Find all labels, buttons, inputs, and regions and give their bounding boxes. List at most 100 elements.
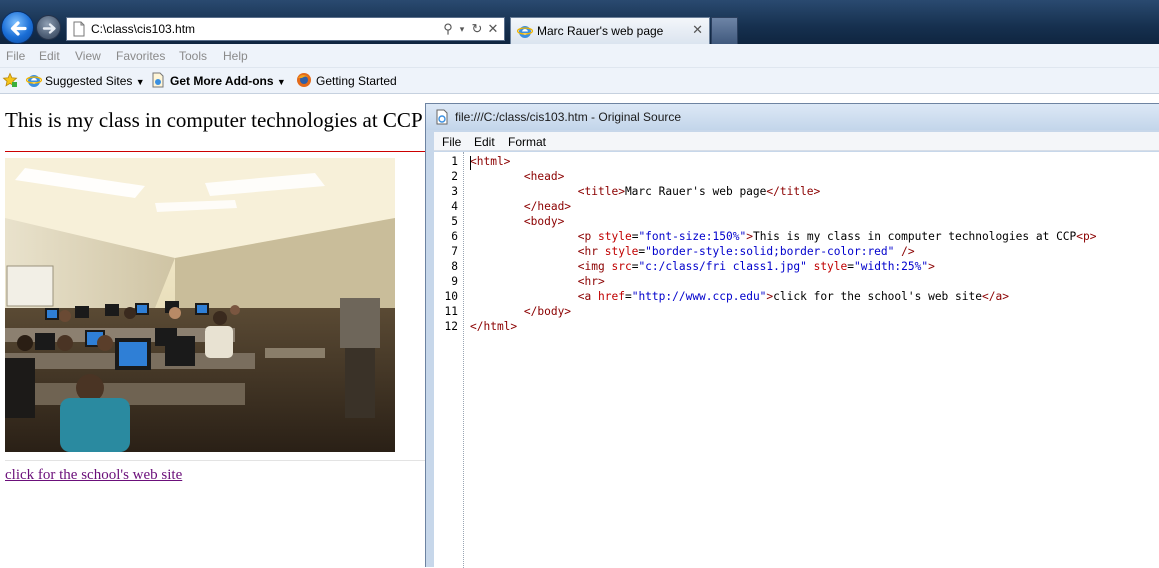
back-arrow-icon (10, 21, 27, 36)
line-number: 4 (451, 200, 458, 213)
source-code-line: <head> (470, 170, 564, 183)
code-token: style (604, 245, 639, 258)
suggested-sites-label: Suggested Sites (45, 74, 133, 88)
code-token: <hr (577, 245, 605, 258)
stop-icon[interactable]: ✕ (486, 21, 500, 37)
search-icon[interactable]: ⚲ (441, 21, 455, 37)
source-code-line: <img src = "c:/class/fri class1.jpg" style… (470, 260, 935, 273)
code-token: /> (894, 245, 915, 258)
back-button[interactable] (1, 11, 34, 44)
code-token: </head> (523, 200, 572, 213)
line-number: 11 (444, 305, 458, 318)
code-token: </body> (523, 305, 572, 318)
line-number: 1 (451, 155, 458, 168)
menu-favorites[interactable]: Favorites (116, 49, 165, 63)
line-number: 2 (451, 170, 458, 183)
code-token: style (598, 230, 632, 243)
address-text[interactable]: C:\class\cis103.htm (91, 22, 195, 36)
forward-button[interactable] (36, 15, 61, 40)
menu-help[interactable]: Help (223, 49, 248, 63)
chevron-down-icon: ▼ (135, 77, 145, 87)
code-token: = (624, 290, 632, 303)
text-caret (470, 156, 471, 170)
menu-bar: File Edit View Favorites Tools Help (0, 44, 1159, 68)
source-menu-edit[interactable]: Edit (474, 135, 495, 149)
source-window: file:///C:/class/cis103.htm - Original S… (425, 103, 1159, 568)
code-token: <body> (523, 215, 565, 228)
chevron-down-icon: ▼ (276, 77, 286, 87)
source-menu-bar: File Edit Format (434, 132, 1159, 151)
source-menu-format[interactable]: Format (508, 135, 546, 149)
source-code-line: </html> (470, 320, 517, 333)
source-code-line: <html> (470, 155, 510, 168)
line-number: 9 (451, 275, 458, 288)
tab-current[interactable]: Marc Rauer's web page ✕ (510, 17, 710, 44)
addons-page-icon (152, 72, 164, 88)
source-menu-file[interactable]: File (442, 135, 461, 149)
favorites-bar: Suggested Sites ▼ Get More Add-ons ▼ Get… (0, 68, 1159, 94)
firefox-icon (297, 73, 311, 87)
code-token: This is my class in computer technologie… (752, 230, 1077, 243)
line-number: 12 (444, 320, 458, 333)
get-addons-button[interactable]: Get More Add-ons ▼ (170, 74, 286, 88)
source-code-line: </head> (470, 200, 571, 213)
close-tab-icon[interactable]: ✕ (692, 22, 703, 38)
menu-file[interactable]: File (6, 49, 25, 63)
source-code-line: <a href="http://www.ccp.edu">click for t… (470, 290, 1009, 303)
source-titlebar[interactable]: file:///C:/class/cis103.htm - Original S… (426, 104, 1159, 130)
classroom-photo (5, 158, 395, 452)
school-website-link[interactable]: click for the school's web site (5, 467, 182, 484)
page-icon (436, 109, 448, 125)
code-token: style (813, 260, 848, 273)
classroom-photo-image (5, 158, 395, 452)
code-token: </title> (766, 185, 821, 198)
page-viewport: This is my class in computer technologie… (0, 95, 427, 567)
code-token: > (928, 260, 935, 273)
favorites-star-icon[interactable] (2, 72, 18, 88)
line-number: 5 (451, 215, 458, 228)
page-icon (73, 21, 85, 37)
source-code-line: <p style="font-size:150%">This is my cla… (470, 230, 1097, 243)
refresh-icon[interactable]: ↻ (470, 21, 484, 37)
source-window-title: file:///C:/class/cis103.htm - Original S… (455, 110, 682, 124)
suggested-sites-button[interactable]: Suggested Sites ▼ (45, 74, 145, 88)
line-number: 10 (444, 290, 458, 303)
line-number-gutter: 1 2 3 4 5 6 7 8 9 10 11 12 (434, 152, 464, 568)
source-code-line: <hr style="border-style:solid;border-col… (470, 245, 915, 258)
ie-logo-icon (26, 75, 42, 87)
code-token: = (847, 260, 855, 273)
line-number: 8 (451, 260, 458, 273)
get-addons-label: Get More Add-ons (170, 74, 274, 88)
code-token: <p> (1076, 230, 1097, 243)
source-code-line: <title>Marc Rauer's web page</title> (470, 185, 821, 198)
new-tab-button[interactable] (711, 17, 738, 44)
ie-logo-icon (517, 26, 533, 38)
code-token: <p (577, 230, 598, 243)
source-code-area[interactable]: 1 2 3 4 5 6 7 8 9 10 11 12 <html> <head> <title>Mar… (434, 152, 1159, 568)
code-token: <title> (577, 185, 625, 198)
menu-tools[interactable]: Tools (179, 49, 207, 63)
code-token: <html> (470, 155, 511, 168)
code-token: </html> (470, 320, 518, 333)
menu-edit[interactable]: Edit (39, 49, 60, 63)
address-bar[interactable]: C:\class\cis103.htm ⚲ ▾ ↻ ✕ (66, 17, 505, 41)
browser-toolbar: C:\class\cis103.htm ⚲ ▾ ↻ ✕ Marc Rauer's… (0, 0, 1159, 44)
dropdown-icon[interactable]: ▾ (455, 21, 469, 37)
code-token: "border-style:solid;border-color:red" (645, 245, 895, 258)
forward-arrow-icon (42, 23, 56, 34)
code-token: <a (577, 290, 598, 303)
getting-started-link[interactable]: Getting Started (316, 74, 397, 88)
code-token: "font-size:150%" (638, 230, 747, 243)
code-token: src (611, 260, 632, 273)
page-heading: This is my class in computer technologie… (5, 108, 423, 132)
menu-view[interactable]: View (75, 49, 101, 63)
source-code-line: <hr> (470, 275, 605, 288)
line-number: 6 (451, 230, 458, 243)
